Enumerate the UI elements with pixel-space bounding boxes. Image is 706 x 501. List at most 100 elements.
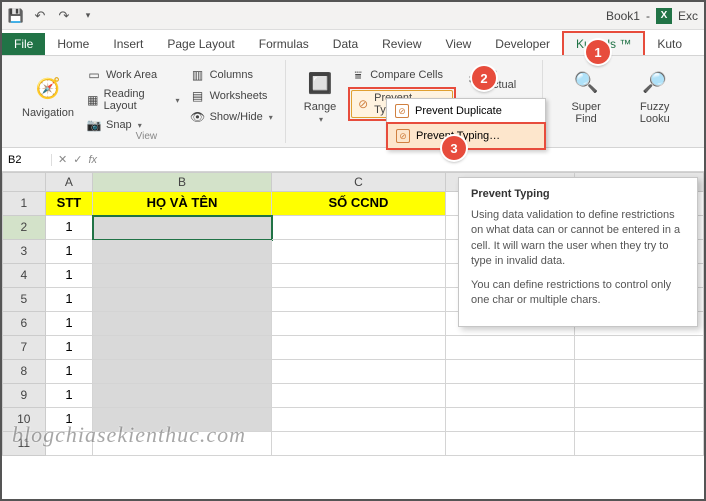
tooltip-paragraph-2: You can define restrictions to control o…: [471, 278, 685, 309]
cell[interactable]: [272, 384, 446, 408]
cell[interactable]: [575, 432, 704, 456]
tab-developer[interactable]: Developer: [483, 33, 562, 55]
compare-icon: ⩸: [350, 67, 366, 83]
row-head[interactable]: 9: [2, 384, 46, 408]
redo-icon[interactable]: ↷: [56, 8, 72, 24]
cell[interactable]: [446, 360, 575, 384]
cell[interactable]: [272, 240, 446, 264]
row-head[interactable]: 7: [2, 336, 46, 360]
range-button[interactable]: 🔲 Range ▾: [298, 62, 342, 129]
dropdown-prevent-typing[interactable]: ⊘Prevent Typing…: [386, 122, 546, 150]
row-head[interactable]: 8: [2, 360, 46, 384]
undo-icon[interactable]: ↶: [32, 8, 48, 24]
row-head[interactable]: 2: [2, 216, 46, 240]
cell[interactable]: [575, 336, 704, 360]
cell[interactable]: 1: [46, 312, 94, 336]
qat-more-icon[interactable]: ▾: [80, 8, 96, 24]
cell[interactable]: [93, 384, 271, 408]
fx-icon[interactable]: fx: [88, 154, 97, 166]
cell[interactable]: [93, 312, 271, 336]
row-head[interactable]: 1: [2, 192, 46, 216]
work-area-icon: ▭: [86, 67, 102, 83]
cell[interactable]: [93, 336, 271, 360]
cell[interactable]: 1: [46, 288, 94, 312]
columns-label: Columns: [210, 69, 253, 81]
cell[interactable]: [446, 432, 575, 456]
navigation-button[interactable]: 🧭 Navigation: [16, 62, 80, 129]
cell[interactable]: 1: [46, 240, 94, 264]
cell[interactable]: 1: [46, 264, 94, 288]
cell[interactable]: [272, 360, 446, 384]
cell[interactable]: 1: [46, 360, 94, 384]
select-all-corner[interactable]: [2, 172, 46, 192]
showhide-button[interactable]: 👁Show/Hide▾: [188, 108, 275, 126]
super-find-button[interactable]: 🔍 Super Find: [555, 62, 618, 129]
cancel-icon[interactable]: ✕: [58, 153, 67, 166]
cell[interactable]: [272, 432, 446, 456]
row-head[interactable]: 3: [2, 240, 46, 264]
tab-view[interactable]: View: [434, 33, 484, 55]
cell[interactable]: [272, 312, 446, 336]
reading-layout-button[interactable]: ▦Reading Layout▾: [84, 87, 182, 113]
cell[interactable]: [575, 408, 704, 432]
row-head[interactable]: 6: [2, 312, 46, 336]
tab-data[interactable]: Data: [321, 33, 370, 55]
cell[interactable]: [272, 408, 446, 432]
fuzzy-lookup-button[interactable]: 🔎 Fuzzy Looku: [619, 62, 690, 129]
work-area-button[interactable]: ▭Work Area: [84, 66, 182, 84]
cell[interactable]: [446, 408, 575, 432]
cell[interactable]: 1: [46, 384, 94, 408]
row-head[interactable]: 5: [2, 288, 46, 312]
search-icon: 🔍: [570, 67, 602, 99]
cell-header-ccnd[interactable]: SỐ CCND: [272, 192, 446, 216]
save-icon[interactable]: 💾: [8, 8, 24, 24]
cell-header-name[interactable]: HỌ VÀ TÊN: [93, 192, 271, 216]
table-row: 91: [2, 384, 704, 408]
app-name: Exc: [678, 9, 698, 23]
cell[interactable]: [93, 264, 271, 288]
table-row: 81: [2, 360, 704, 384]
cell[interactable]: 1: [46, 336, 94, 360]
col-head-b[interactable]: B: [93, 172, 271, 192]
cell[interactable]: [93, 288, 271, 312]
fuzzy-icon: 🔎: [639, 67, 671, 99]
cell[interactable]: [575, 360, 704, 384]
dropdown-prevent-duplicate[interactable]: ⊘Prevent Duplicate: [387, 99, 545, 123]
row-head[interactable]: 4: [2, 264, 46, 288]
chevron-down-icon: ▾: [269, 113, 273, 122]
prevent-duplicate-icon: ⊘: [395, 104, 409, 118]
tooltip-prevent-typing: Prevent Typing Using data validation to …: [458, 177, 698, 327]
cell[interactable]: [575, 384, 704, 408]
tab-insert[interactable]: Insert: [101, 33, 155, 55]
excel-logo-icon: X: [656, 8, 672, 24]
col-head-c[interactable]: C: [272, 172, 447, 192]
reading-layout-label: Reading Layout: [104, 88, 170, 112]
name-box[interactable]: B2: [2, 154, 52, 166]
tab-formulas[interactable]: Formulas: [247, 33, 321, 55]
chevron-down-icon: ▾: [138, 121, 142, 130]
tab-page-layout[interactable]: Page Layout: [155, 33, 246, 55]
chevron-down-icon: ▾: [319, 115, 323, 124]
compare-cells-button[interactable]: ⩸Compare Cells: [348, 66, 456, 84]
cell[interactable]: [93, 240, 271, 264]
cell[interactable]: [272, 216, 446, 240]
col-head-a[interactable]: A: [46, 172, 94, 192]
tab-file[interactable]: File: [2, 33, 45, 55]
tab-review[interactable]: Review: [370, 33, 433, 55]
cell[interactable]: [272, 288, 446, 312]
worksheets-button[interactable]: ▤Worksheets: [188, 87, 275, 105]
cell[interactable]: [93, 360, 271, 384]
cell[interactable]: [446, 336, 575, 360]
enter-icon[interactable]: ✓: [73, 153, 82, 166]
cell[interactable]: [272, 336, 446, 360]
cell[interactable]: [272, 264, 446, 288]
prevent-typing-icon: ⊘: [396, 129, 410, 143]
lock-icon: ⊘: [356, 96, 370, 112]
tab-home[interactable]: Home: [45, 33, 101, 55]
cell[interactable]: 1: [46, 216, 94, 240]
cell[interactable]: [446, 384, 575, 408]
cell[interactable]: [93, 216, 271, 240]
tab-kutools-plus[interactable]: Kuto: [645, 33, 694, 55]
columns-button[interactable]: ▥Columns: [188, 66, 275, 84]
cell-header-stt[interactable]: STT: [46, 192, 94, 216]
